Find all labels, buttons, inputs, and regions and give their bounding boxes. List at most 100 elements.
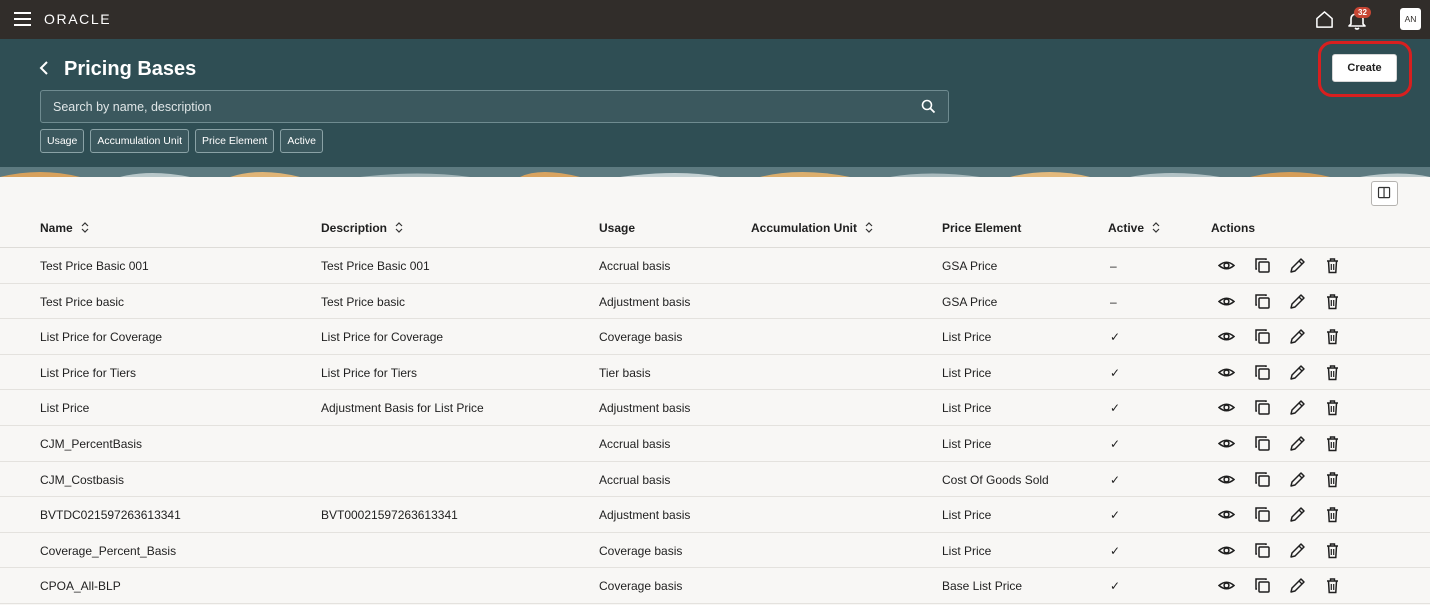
pencil-icon[interactable] [1289,293,1306,310]
trash-icon[interactable] [1324,471,1341,488]
column-header-actions: Actions [1211,221,1256,235]
eye-icon[interactable] [1218,577,1235,594]
cell-name: List Price [40,401,90,416]
pencil-icon[interactable] [1289,399,1306,416]
copy-icon[interactable] [1254,293,1271,310]
cell-usage: Accrual basis [599,472,671,487]
trash-icon[interactable] [1324,399,1341,416]
filter-chip-usage[interactable]: Usage [40,129,85,153]
search-bar [40,90,949,123]
table-row[interactable]: CJM_Costbasis Accrual basis Cost Of Goods … [0,462,1430,498]
filter-chips: Usage Accumulation Unit Price Element Ac… [40,129,323,153]
cell-usage: Coverage basis [599,579,683,594]
copy-icon[interactable] [1254,471,1271,488]
cell-price-element: List Price [942,437,992,451]
pencil-icon[interactable] [1289,328,1306,345]
trash-icon[interactable] [1324,542,1341,559]
cell-active: ✓ [1110,472,1121,487]
cell-name: BVTDC021597263613341 [40,508,181,523]
column-header-description[interactable]: Description [321,221,403,236]
cell-usage: Coverage basis [599,543,683,558]
column-header-name[interactable]: Name [40,221,89,236]
copy-icon[interactable] [1254,364,1271,381]
global-header: ORACLE 32 AN [0,0,1430,39]
trash-icon[interactable] [1324,293,1341,310]
table-row[interactable]: List Price for Tiers List Price for Tiers… [0,355,1430,391]
sort-icon[interactable] [1152,222,1160,233]
cell-price-element: List Price [942,508,992,523]
eye-icon[interactable] [1218,435,1235,452]
search-input[interactable] [41,91,901,122]
search-icon[interactable] [921,99,936,114]
page-title: Pricing Bases [64,58,197,80]
pencil-icon[interactable] [1289,577,1306,594]
copy-icon[interactable] [1254,506,1271,523]
copy-icon[interactable] [1254,328,1271,345]
cell-active: ✓ [1110,579,1121,594]
copy-icon[interactable] [1254,577,1271,594]
trash-icon[interactable] [1324,328,1341,345]
pencil-icon[interactable] [1289,257,1306,274]
table-row[interactable]: Coverage_Percent_Basis Coverage basis List… [0,533,1430,569]
cell-usage: Adjustment basis [599,401,691,416]
cell-price-element: Base List Price [942,579,1023,594]
copy-icon[interactable] [1254,435,1271,452]
filter-chip-active[interactable]: Active [280,129,323,153]
table-row[interactable]: CJM_PercentBasis Accrual basis List Price ✓ [0,426,1430,462]
copy-icon[interactable] [1254,399,1271,416]
pencil-icon[interactable] [1289,435,1306,452]
notification-count-badge: 32 [1354,7,1371,18]
trash-icon[interactable] [1324,257,1341,274]
pencil-icon[interactable] [1289,542,1306,559]
sort-icon[interactable] [395,222,403,233]
eye-icon[interactable] [1218,293,1235,310]
cell-price-element: Cost Of Goods Sold [942,472,1049,487]
hamburger-menu-icon[interactable] [14,12,31,26]
filter-chip-price-element[interactable]: Price Element [194,129,275,153]
pencil-icon[interactable] [1289,364,1306,381]
cell-description: BVT00021597263613341 [321,508,458,523]
table-row[interactable]: CPOA_All-BLP Coverage basis Base List Pric… [0,568,1430,604]
cell-price-element: List Price [942,330,992,345]
column-header-accumulation-unit[interactable]: Accumulation Unit [751,221,873,236]
eye-icon[interactable] [1218,257,1235,274]
table-header: Name Description Usage Accumulation Unit… [0,210,1430,248]
sort-icon[interactable] [81,222,89,233]
cell-description: Test Price Basic 001 [321,259,430,273]
create-button-highlight [1318,41,1412,97]
copy-icon[interactable] [1254,542,1271,559]
column-panel-toggle-button[interactable] [1371,181,1398,206]
cell-name: CJM_Costbasis [40,472,125,487]
cell-active: ✓ [1110,437,1121,451]
cell-description: List Price for Coverage [321,330,444,345]
eye-icon[interactable] [1218,471,1235,488]
filter-chip-accumulation-unit[interactable]: Accumulation Unit [90,129,189,153]
copy-icon[interactable] [1254,257,1271,274]
trash-icon[interactable] [1324,577,1341,594]
user-avatar[interactable]: AN [1400,8,1421,30]
column-header-active[interactable]: Active [1108,221,1160,236]
cell-usage: Adjustment basis [599,508,691,523]
eye-icon[interactable] [1218,364,1235,381]
cell-usage: Coverage basis [599,330,683,345]
trash-icon[interactable] [1324,364,1341,381]
trash-icon[interactable] [1324,506,1341,523]
table-row[interactable]: List Price for Coverage List Price for Co… [0,319,1430,355]
home-icon[interactable] [1315,10,1334,29]
sort-icon[interactable] [865,222,873,233]
table-row[interactable]: Test Price basic Test Price basic Adjustme… [0,284,1430,320]
pencil-icon[interactable] [1289,506,1306,523]
back-chevron-icon[interactable] [38,61,50,75]
eye-icon[interactable] [1218,399,1235,416]
cell-price-element: List Price [942,543,992,558]
trash-icon[interactable] [1324,435,1341,452]
table-row[interactable]: List Price Adjustment Basis for List Pric… [0,390,1430,426]
eye-icon[interactable] [1218,542,1235,559]
table-row[interactable]: BVTDC021597263613341 BVT00021597263613341… [0,497,1430,533]
column-header-usage: Usage [599,221,636,235]
eye-icon[interactable] [1218,506,1235,523]
eye-icon[interactable] [1218,328,1235,345]
pencil-icon[interactable] [1289,471,1306,488]
cell-name: List Price for Coverage [40,330,163,345]
table-row[interactable]: Test Price Basic 001 Test Price Basic 001… [0,248,1430,284]
